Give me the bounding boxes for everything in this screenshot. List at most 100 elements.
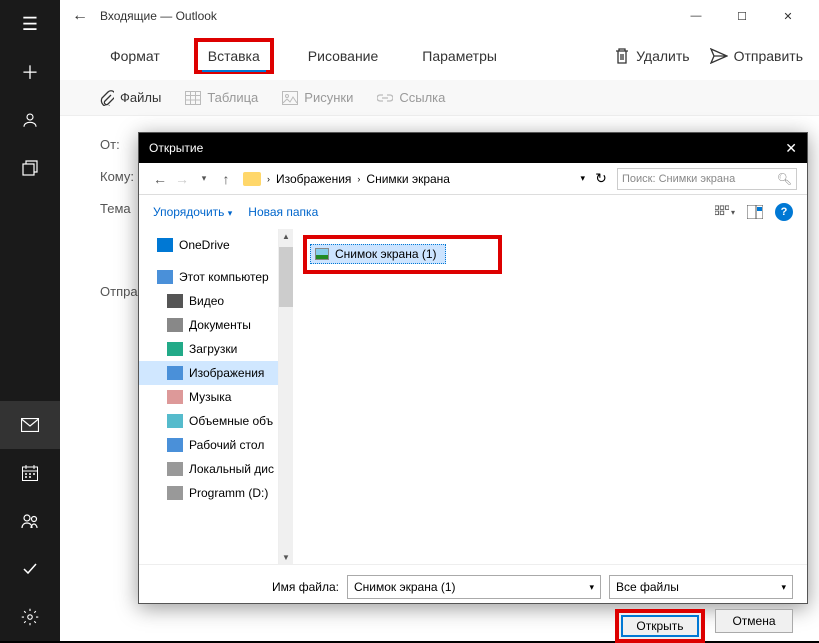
send-label: Отправить (734, 48, 803, 64)
tree-videos[interactable]: Видео (139, 289, 278, 313)
new-folder-button[interactable]: Новая папка (248, 205, 318, 219)
help-icon[interactable]: ? (775, 203, 793, 221)
file-open-dialog: Открытие ✕ ← → ▾ ↑ › Изображения › Снимк… (138, 132, 808, 604)
tree-scrollbar[interactable]: ▲ ▼ (279, 229, 293, 564)
view-mode-icon[interactable]: ▾ (715, 202, 735, 222)
refresh-icon[interactable]: ↻ (591, 170, 611, 187)
dropdown-icon[interactable]: ▾ (589, 582, 594, 593)
computer-icon (157, 270, 173, 284)
desktop-icon (167, 438, 183, 452)
search-input[interactable]: Поиск: Снимки экрана 🔍︎ (617, 168, 797, 190)
tool-table[interactable]: Таблица (185, 90, 258, 105)
dialog-footer: Имя файла: Снимок экрана (1) ▾ Все файлы… (139, 564, 807, 634)
menu-icon[interactable]: ☰ (0, 0, 60, 48)
dialog-toolbar: Упорядочить ▾ Новая папка ▾ ? (139, 195, 807, 229)
tree-localdisk[interactable]: Локальный дис (139, 457, 278, 481)
tree-downloads[interactable]: Загрузки (139, 337, 278, 361)
nav-up-icon[interactable]: ↑ (215, 171, 237, 187)
image-file-icon (315, 248, 329, 260)
drive-icon (167, 462, 183, 476)
file-name: Снимок экрана (1) (335, 247, 437, 261)
nav-back-icon[interactable]: ← (149, 171, 171, 187)
app-sidebar: ☰ ＋ (0, 0, 60, 641)
video-icon (167, 294, 183, 308)
calendar-icon[interactable] (0, 449, 60, 497)
trash-icon (614, 47, 630, 65)
delete-label: Удалить (636, 48, 689, 64)
scroll-up-icon[interactable]: ▲ (279, 229, 293, 243)
toolbar-row: Файлы Таблица Рисунки Ссылка (60, 80, 819, 116)
new-icon[interactable]: ＋ (0, 48, 60, 96)
tab-draw[interactable]: Рисование (298, 42, 389, 70)
tree-desktop[interactable]: Рабочий стол (139, 433, 278, 457)
tree-documents[interactable]: Документы (139, 313, 278, 337)
drive-icon (167, 486, 183, 500)
preview-pane-icon[interactable] (745, 202, 765, 222)
back-icon[interactable]: ← (68, 7, 92, 25)
dialog-title: Открытие (149, 141, 203, 155)
link-icon (377, 93, 393, 103)
tree-music[interactable]: Музыка (139, 385, 278, 409)
open-button[interactable]: Открыть (621, 615, 699, 637)
dialog-title-bar: Открытие ✕ (139, 133, 807, 163)
tool-files-label: Файлы (120, 90, 161, 105)
scroll-thumb[interactable] (279, 247, 293, 307)
breadcrumb[interactable]: › Изображения › Снимки экрана ▾ (267, 172, 591, 186)
folder-tree: OneDrive Этот компьютер Видео Документы … (139, 229, 279, 564)
window-title: Входящие — Outlook (92, 9, 673, 23)
scroll-down-icon[interactable]: ▼ (279, 550, 293, 564)
objects3d-icon (167, 414, 183, 428)
minimize-button[interactable]: — (673, 0, 719, 32)
nav-recent-icon[interactable]: ▾ (193, 173, 215, 184)
title-bar: ← Входящие — Outlook — ☐ ✕ (60, 0, 819, 32)
tree-thispc[interactable]: Этот компьютер (139, 265, 278, 289)
tree-pictures[interactable]: Изображения (139, 361, 278, 385)
tool-images[interactable]: Рисунки (282, 90, 353, 105)
tool-link[interactable]: Ссылка (377, 90, 445, 105)
dialog-nav-bar: ← → ▾ ↑ › Изображения › Снимки экрана ▾ … (139, 163, 807, 195)
attachment-icon (100, 90, 114, 106)
downloads-icon (167, 342, 183, 356)
breadcrumb-item[interactable]: Изображения (276, 172, 351, 186)
maximize-button[interactable]: ☐ (719, 0, 765, 32)
todo-icon[interactable] (0, 545, 60, 593)
settings-icon[interactable] (0, 593, 60, 641)
folder-icon (243, 172, 261, 186)
tree-3dobjects[interactable]: Объемные объ (139, 409, 278, 433)
tool-link-label: Ссылка (399, 90, 445, 105)
open-button-highlight: Открыть (615, 609, 705, 643)
filename-label: Имя файла: (153, 580, 339, 594)
file-list[interactable]: Снимок экрана (1) (293, 229, 807, 564)
search-icon[interactable]: 🔍︎ (777, 172, 792, 186)
tabs-icon[interactable] (0, 144, 60, 192)
tab-format[interactable]: Формат (100, 42, 170, 70)
tree-onedrive[interactable]: OneDrive (139, 233, 278, 257)
delete-button[interactable]: Удалить (614, 47, 689, 65)
mail-icon[interactable] (0, 401, 60, 449)
filetype-filter[interactable]: Все файлы ▾ (609, 575, 793, 599)
people-icon[interactable] (0, 96, 60, 144)
music-icon (167, 390, 183, 404)
tab-options[interactable]: Параметры (412, 42, 507, 70)
dialog-body: OneDrive Этот компьютер Видео Документы … (139, 229, 807, 564)
file-item[interactable]: Снимок экрана (1) (310, 244, 446, 264)
organize-menu[interactable]: Упорядочить ▾ (153, 205, 232, 219)
documents-icon (167, 318, 183, 332)
send-icon (710, 48, 728, 64)
breadcrumb-item[interactable]: Снимки экрана (366, 172, 450, 186)
send-button[interactable]: Отправить (710, 48, 803, 64)
cloud-icon (157, 238, 173, 252)
pictures-icon (167, 366, 183, 380)
tree-programd[interactable]: Programm (D:) (139, 481, 278, 505)
tool-images-label: Рисунки (304, 90, 353, 105)
dialog-close-icon[interactable]: ✕ (785, 140, 797, 157)
close-button[interactable]: ✕ (765, 0, 811, 32)
dropdown-icon[interactable]: ▾ (781, 582, 786, 593)
cancel-button[interactable]: Отмена (715, 609, 793, 633)
filename-input[interactable]: Снимок экрана (1) ▾ (347, 575, 601, 599)
tab-insert[interactable]: Вставка (194, 38, 274, 74)
tabs-row: Формат Вставка Рисование Параметры Удали… (60, 32, 819, 80)
tool-files[interactable]: Файлы (100, 90, 161, 106)
contacts-icon[interactable] (0, 497, 60, 545)
nav-forward-icon[interactable]: → (171, 171, 193, 187)
